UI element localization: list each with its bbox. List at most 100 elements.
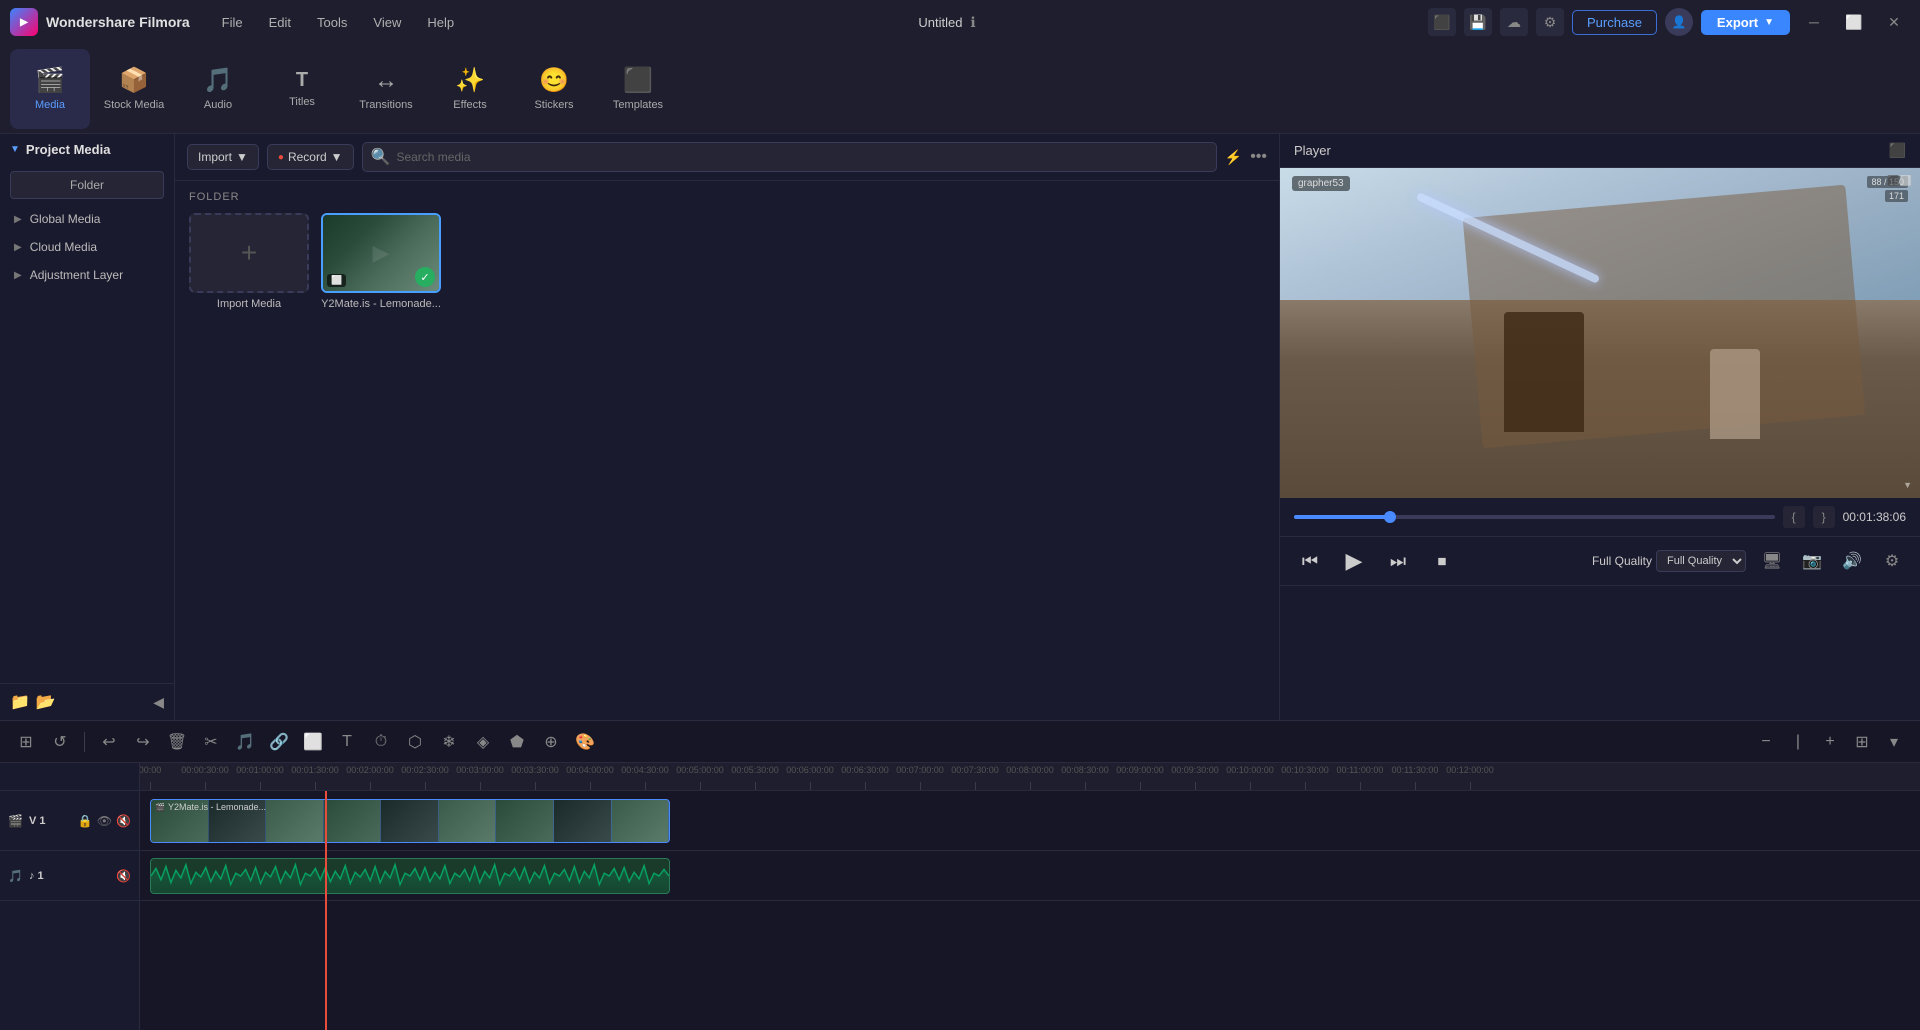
player-panel: Player ⬛ grapher53 88 / xyxy=(1280,134,1920,720)
grid-view-icon[interactable]: ⊞ xyxy=(1848,728,1876,756)
split-icon[interactable]: ◈ xyxy=(469,728,497,756)
cloud-icon[interactable]: ☁ xyxy=(1500,8,1528,36)
settings-icon[interactable]: ⚙ xyxy=(1536,8,1564,36)
step-forward-button[interactable]: ⏭ xyxy=(1382,545,1414,577)
timeline-ruler[interactable]: 00:00 00:00:30:00 00:01:00:00 00:01:30:0… xyxy=(140,763,1920,791)
folder-button[interactable]: Folder xyxy=(10,171,164,199)
fill-icon[interactable]: ⬟ xyxy=(503,728,531,756)
toolbar-media[interactable]: 🎬 Media xyxy=(10,49,90,129)
mute-icon[interactable]: 🔇 xyxy=(116,814,131,828)
audio-detach-icon[interactable]: 🎵 xyxy=(231,728,259,756)
player-expand-icon[interactable]: ⬛ xyxy=(1889,142,1906,159)
video-clip[interactable]: 🎬 Y2Mate.is - Lemonade... xyxy=(150,799,670,843)
export-dropdown-icon[interactable]: ▼ xyxy=(1764,17,1774,28)
volume-icon[interactable]: 🔊 xyxy=(1838,547,1866,575)
info-icon[interactable]: ℹ xyxy=(970,14,975,31)
menu-help[interactable]: Help xyxy=(415,11,466,34)
import-button[interactable]: Import ▼ xyxy=(187,144,259,170)
purchase-button[interactable]: Purchase xyxy=(1572,10,1657,35)
more-options-icon[interactable]: ▾ xyxy=(1880,728,1908,756)
zoom-separator: | xyxy=(1784,728,1812,756)
mark-in-button[interactable]: { xyxy=(1783,506,1805,528)
user-avatar[interactable]: 👤 xyxy=(1665,8,1693,36)
import-dropdown-icon[interactable]: ▼ xyxy=(236,150,248,164)
settings2-icon[interactable]: ⚙ xyxy=(1878,547,1906,575)
menu-file[interactable]: File xyxy=(210,11,255,34)
redo-button[interactable]: ↪ xyxy=(129,728,157,756)
sidebar-adjustment-layer[interactable]: ▶ Adjustment Layer xyxy=(0,261,174,289)
toolbar-stickers[interactable]: 😊 Stickers xyxy=(514,49,594,129)
menu-edit[interactable]: Edit xyxy=(257,11,303,34)
audio-clip[interactable]: // Generate waveform bars xyxy=(150,858,670,894)
record-dropdown-icon[interactable]: ▼ xyxy=(331,150,343,164)
camera-icon[interactable]: 📷 xyxy=(1798,547,1826,575)
ruler-mark-17: 00:08:30:00 xyxy=(1061,765,1109,775)
project-media-header[interactable]: ▼ Project Media xyxy=(0,134,174,165)
sidebar-global-media[interactable]: ▶ Global Media xyxy=(0,205,174,233)
ruler-mark-2: 00:01:00:00 xyxy=(236,765,284,775)
search-input[interactable] xyxy=(396,150,1207,164)
quality-select[interactable]: Full Quality 1/2 Quality 1/4 Quality xyxy=(1656,550,1746,572)
folder-plus-icon[interactable]: 📂 xyxy=(36,692,56,712)
zoom-out-icon[interactable]: − xyxy=(1752,728,1780,756)
monitor-icon[interactable]: ⬛ xyxy=(1428,8,1456,36)
import-media-item[interactable]: + Import Media xyxy=(189,213,309,310)
progress-track[interactable] xyxy=(1294,515,1775,519)
maximize-button[interactable]: ⬜ xyxy=(1838,8,1870,36)
composite-icon[interactable]: ⊕ xyxy=(537,728,565,756)
undo-button[interactable]: ↩ xyxy=(95,728,123,756)
media-grid: + Import Media ▶ ⬜ ✓ Y2Mate.is - Lemonad… xyxy=(189,213,1265,310)
timeline-toolbar: ⊞ ↺ ↩ ↪ 🗑 ✂ 🎵 🔗 ⬜ T ⏱ ⬡ ❄ ◈ ⬟ ⊕ 🎨 − | + … xyxy=(0,721,1920,763)
text-icon[interactable]: T xyxy=(333,728,361,756)
cut-button[interactable]: ✂ xyxy=(197,728,225,756)
title-center: Untitled ℹ xyxy=(466,14,1428,31)
screen-icon[interactable]: 🖥 xyxy=(1758,547,1786,575)
add-track-button[interactable]: ⊞ xyxy=(12,728,40,756)
quality-selector: Full Quality Full Quality 1/2 Quality 1/… xyxy=(1592,550,1746,572)
transform-icon[interactable]: ⬡ xyxy=(401,728,429,756)
save-icon[interactable]: 💾 xyxy=(1464,8,1492,36)
toolbar-audio[interactable]: 🎵 Audio xyxy=(178,49,258,129)
sidebar-collapse-button[interactable]: ◀ xyxy=(153,694,164,711)
zoom-in-icon[interactable]: + xyxy=(1816,728,1844,756)
audio-mute-icon[interactable]: 🔇 xyxy=(116,869,131,883)
auto-ripple-icon[interactable]: ↺ xyxy=(46,728,74,756)
progress-handle[interactable] xyxy=(1384,511,1396,523)
import-thumbnail[interactable]: + xyxy=(189,213,309,293)
sidebar-cloud-media[interactable]: ▶ Cloud Media xyxy=(0,233,174,261)
stop-button[interactable]: ⏹ xyxy=(1426,545,1458,577)
minimize-button[interactable]: ─ xyxy=(1798,8,1830,36)
unlink-icon[interactable]: 🔗 xyxy=(265,728,293,756)
more-options-icon[interactable]: ••• xyxy=(1250,148,1267,166)
toolbar-effects[interactable]: ✨ Effects xyxy=(430,49,510,129)
video-thumbnail[interactable]: ▶ ⬜ ✓ xyxy=(321,213,441,293)
menu-view[interactable]: View xyxy=(361,11,413,34)
toolbar-stock-media[interactable]: 📦 Stock Media xyxy=(94,49,174,129)
toolbar-transitions[interactable]: ↔ Transitions xyxy=(346,49,426,129)
close-button[interactable]: ✕ xyxy=(1878,8,1910,36)
delete-button[interactable]: 🗑 xyxy=(163,728,191,756)
ruler-mark-15: 00:07:30:00 xyxy=(951,765,999,775)
speed-icon[interactable]: ⏱ xyxy=(367,728,395,756)
play-button[interactable]: ▶ xyxy=(1338,545,1370,577)
mark-out-button[interactable]: } xyxy=(1813,506,1835,528)
rewind-button[interactable]: ⏮ xyxy=(1294,545,1326,577)
add-folder-icon[interactable]: 📁 xyxy=(10,692,30,712)
player-header: Player ⬛ xyxy=(1280,134,1920,168)
ruler-mark-23: 00:11:30:00 xyxy=(1392,765,1439,775)
toolbar-titles[interactable]: T Titles xyxy=(262,49,342,129)
freeze-icon[interactable]: ❄ xyxy=(435,728,463,756)
lock-icon[interactable]: 🔒 xyxy=(78,814,93,828)
ruler-mark-16: 00:08:00:00 xyxy=(1006,765,1054,775)
record-button[interactable]: ● Record ▼ xyxy=(267,144,354,170)
clip-video-icon: 🎬 xyxy=(155,803,165,812)
export-button[interactable]: Export ▼ xyxy=(1701,10,1790,35)
crop-icon[interactable]: ⬜ xyxy=(299,728,327,756)
color-icon[interactable]: 🎨 xyxy=(571,728,599,756)
stock-media-icon: 📦 xyxy=(119,66,149,95)
eye-icon[interactable]: 👁 xyxy=(97,814,112,828)
toolbar-templates[interactable]: ⬛ Templates xyxy=(598,49,678,129)
video-clip-item[interactable]: ▶ ⬜ ✓ Y2Mate.is - Lemonade... xyxy=(321,213,441,310)
menu-tools[interactable]: Tools xyxy=(305,11,359,34)
filter-icon[interactable]: ⚡ xyxy=(1225,149,1242,166)
